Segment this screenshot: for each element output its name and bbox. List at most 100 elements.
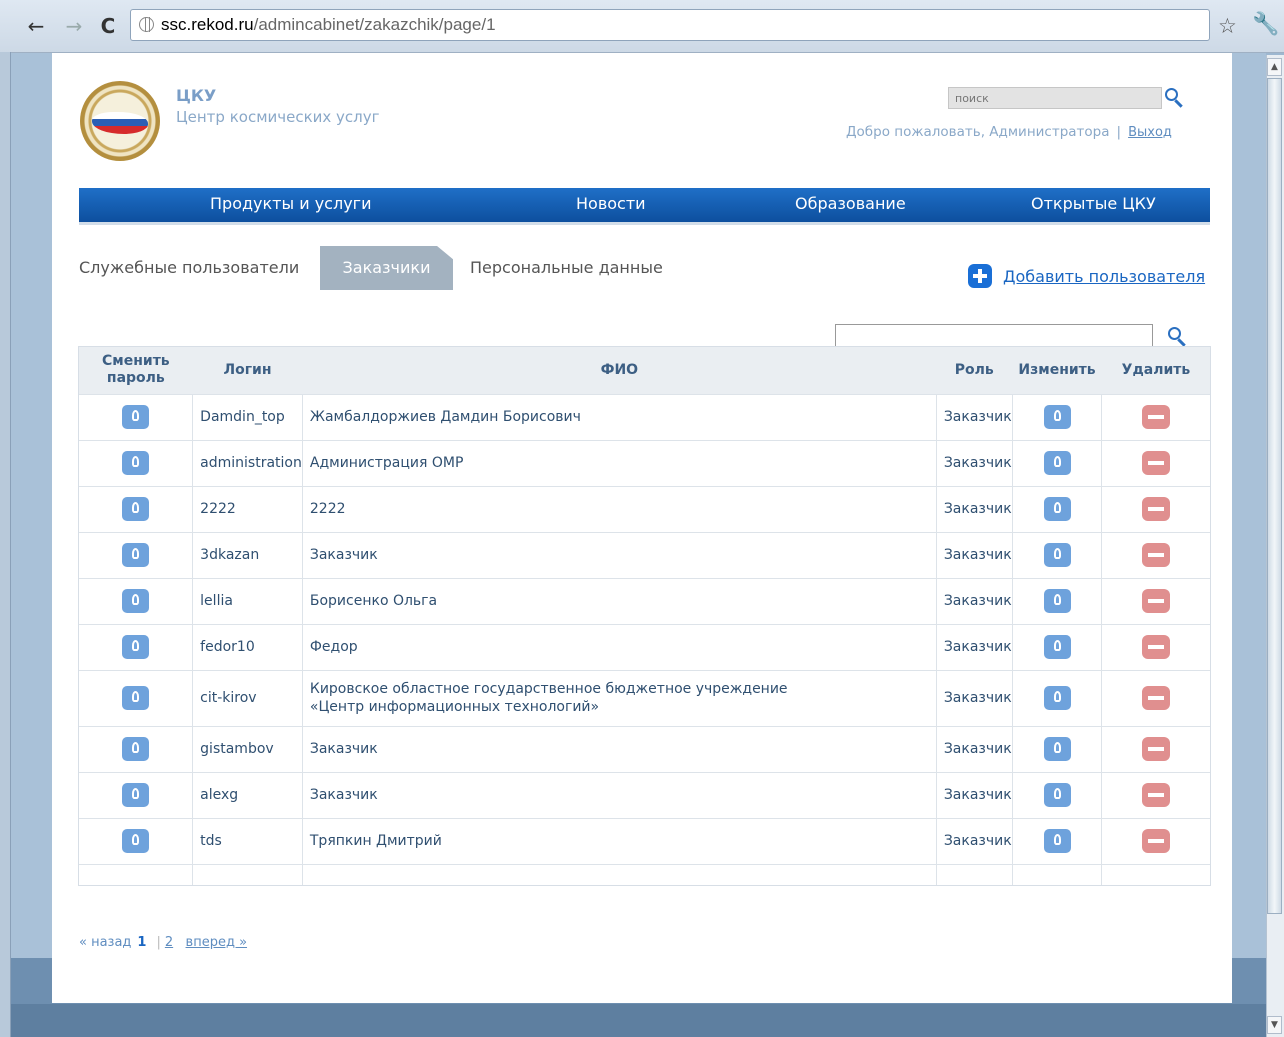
cell-login: alexg (192, 771, 303, 818)
change-password-key-icon[interactable] (122, 451, 150, 475)
change-password-key-icon[interactable] (122, 737, 150, 761)
tab-customers[interactable]: Заказчики (320, 246, 453, 290)
cell-login: 3dkazan (192, 531, 303, 578)
table-row: tds Тряпкин Дмитрий Заказчик (79, 817, 1210, 864)
edit-user-icon[interactable] (1043, 829, 1071, 853)
change-password-key-icon[interactable] (122, 686, 150, 710)
cell-login: lellia (192, 577, 303, 624)
delete-user-icon[interactable] (1142, 737, 1171, 761)
address-bar[interactable]: ssc.rekod.ru/admincabinet/zakazchik/page… (130, 9, 1210, 41)
browser-toolbar: ← → C ssc.rekod.ru/admincabinet/zakazchi… (0, 0, 1284, 53)
nav-item-news[interactable]: Новости (576, 194, 646, 213)
delete-user-icon[interactable] (1142, 543, 1171, 567)
logout-link[interactable]: Выход (1128, 125, 1172, 140)
table-row: gistambov Заказчик Заказчик (79, 725, 1210, 772)
change-password-key-icon[interactable] (122, 405, 150, 429)
pagination-prev: « назад (79, 935, 132, 950)
table-empty-row (79, 863, 1210, 885)
forward-button[interactable]: → (62, 14, 86, 38)
edit-user-icon[interactable] (1043, 737, 1071, 761)
cell-full-name: Заказчик (301, 771, 937, 818)
cell-role: Заказчик (935, 669, 1013, 726)
table-row: cit-kirov Кировское областное государств… (79, 669, 1210, 726)
pagination: « назад 1 | 2 вперед » (79, 935, 247, 950)
change-password-key-icon[interactable] (122, 635, 150, 659)
pagination-page-2[interactable]: 2 (165, 935, 173, 950)
cell-role: Заказчик (935, 817, 1013, 864)
cell-role: Заказчик (935, 485, 1013, 532)
delete-user-icon[interactable] (1142, 686, 1171, 710)
cell-role: Заказчик (935, 771, 1013, 818)
delete-user-icon[interactable] (1142, 589, 1171, 613)
star-icon[interactable]: ☆ (1218, 14, 1237, 38)
column-header-role: Роль (954, 362, 994, 379)
change-password-key-icon[interactable] (122, 829, 150, 853)
scrollbar-thumb[interactable] (1267, 78, 1282, 914)
tab-service-users[interactable]: Служебные пользователи (79, 258, 299, 277)
cell-login: gistambov (192, 725, 303, 772)
cell-login: Damdin_top (192, 393, 303, 440)
cell-full-name: 2222 (301, 485, 937, 532)
cell-role: Заказчик (935, 725, 1013, 772)
site-search-input[interactable] (948, 87, 1162, 109)
edit-user-icon[interactable] (1043, 405, 1071, 429)
table-row: fedor10 Федор Заказчик (79, 623, 1210, 670)
pagination-separator: | (156, 935, 161, 950)
edit-user-icon[interactable] (1043, 497, 1071, 521)
nav-item-products[interactable]: Продукты и услуги (210, 194, 371, 213)
column-header-edit: Изменить (1018, 362, 1096, 379)
cell-full-name: Администрация ОМР (301, 439, 937, 486)
change-password-key-icon[interactable] (122, 589, 150, 613)
cell-full-name: Тряпкин Дмитрий (301, 817, 937, 864)
tab-personal-data[interactable]: Персональные данные (470, 258, 663, 277)
delete-user-icon[interactable] (1142, 829, 1171, 853)
pagination-next-link[interactable]: вперед » (186, 935, 247, 950)
change-password-key-icon[interactable] (122, 497, 150, 521)
delete-user-icon[interactable] (1142, 783, 1171, 807)
cell-role: Заказчик (935, 393, 1013, 440)
edit-user-icon[interactable] (1043, 686, 1071, 710)
cell-full-name: Федор (301, 623, 937, 670)
scroll-down-arrow-icon[interactable]: ▼ (1267, 1016, 1282, 1034)
table-header-row: Сменить пароль Логин ФИО Роль Изменить У… (79, 347, 1210, 394)
change-password-key-icon[interactable] (122, 543, 150, 567)
search-icon[interactable] (1168, 327, 1181, 340)
table-row: Damdin_top Жамбалдоржиев Дамдин Борисови… (79, 393, 1210, 440)
pagination-current-page: 1 (137, 935, 147, 950)
cell-role: Заказчик (935, 531, 1013, 578)
delete-user-icon[interactable] (1142, 497, 1171, 521)
scroll-up-arrow-icon[interactable]: ▲ (1267, 58, 1282, 76)
edit-user-icon[interactable] (1043, 783, 1071, 807)
back-button[interactable]: ← (24, 14, 48, 38)
reload-button[interactable]: C (96, 14, 120, 38)
delete-user-icon[interactable] (1142, 635, 1171, 659)
cell-login: tds (192, 817, 303, 864)
cell-role: Заказчик (935, 623, 1013, 670)
wrench-icon[interactable]: 🔧 (1252, 12, 1279, 37)
cell-full-name: Борисенко Ольга (301, 577, 937, 624)
edit-user-icon[interactable] (1043, 451, 1071, 475)
table-filter-input[interactable] (835, 324, 1153, 348)
delete-user-icon[interactable] (1142, 405, 1171, 429)
search-icon[interactable] (1165, 88, 1178, 101)
edit-user-icon[interactable] (1043, 589, 1071, 613)
cell-full-name: Жамбалдоржиев Дамдин Борисович (301, 393, 937, 440)
delete-user-icon[interactable] (1142, 451, 1171, 475)
main-nav: Продукты и услуги Новости Образование От… (79, 188, 1210, 225)
edit-user-icon[interactable] (1043, 635, 1071, 659)
welcome-bar: Добро пожаловать, Администратора | Выход (846, 124, 1172, 140)
cell-full-name: Заказчик (301, 725, 937, 772)
window-frame (0, 52, 11, 1037)
users-table: Сменить пароль Логин ФИО Роль Изменить У… (79, 347, 1210, 885)
nav-item-open-cku[interactable]: Открытые ЦКУ (1031, 194, 1156, 213)
table-row: 2222 2222 Заказчик (79, 485, 1210, 532)
column-header-login: Логин (223, 362, 272, 379)
edit-user-icon[interactable] (1043, 543, 1071, 567)
nav-item-education[interactable]: Образование (795, 194, 906, 213)
cell-role: Заказчик (935, 439, 1013, 486)
change-password-key-icon[interactable] (122, 783, 150, 807)
welcome-separator: | (1116, 124, 1122, 140)
add-user-link[interactable]: Добавить пользователя (1003, 267, 1205, 286)
add-icon[interactable] (968, 264, 992, 288)
column-header-full-name: ФИО (600, 362, 639, 379)
